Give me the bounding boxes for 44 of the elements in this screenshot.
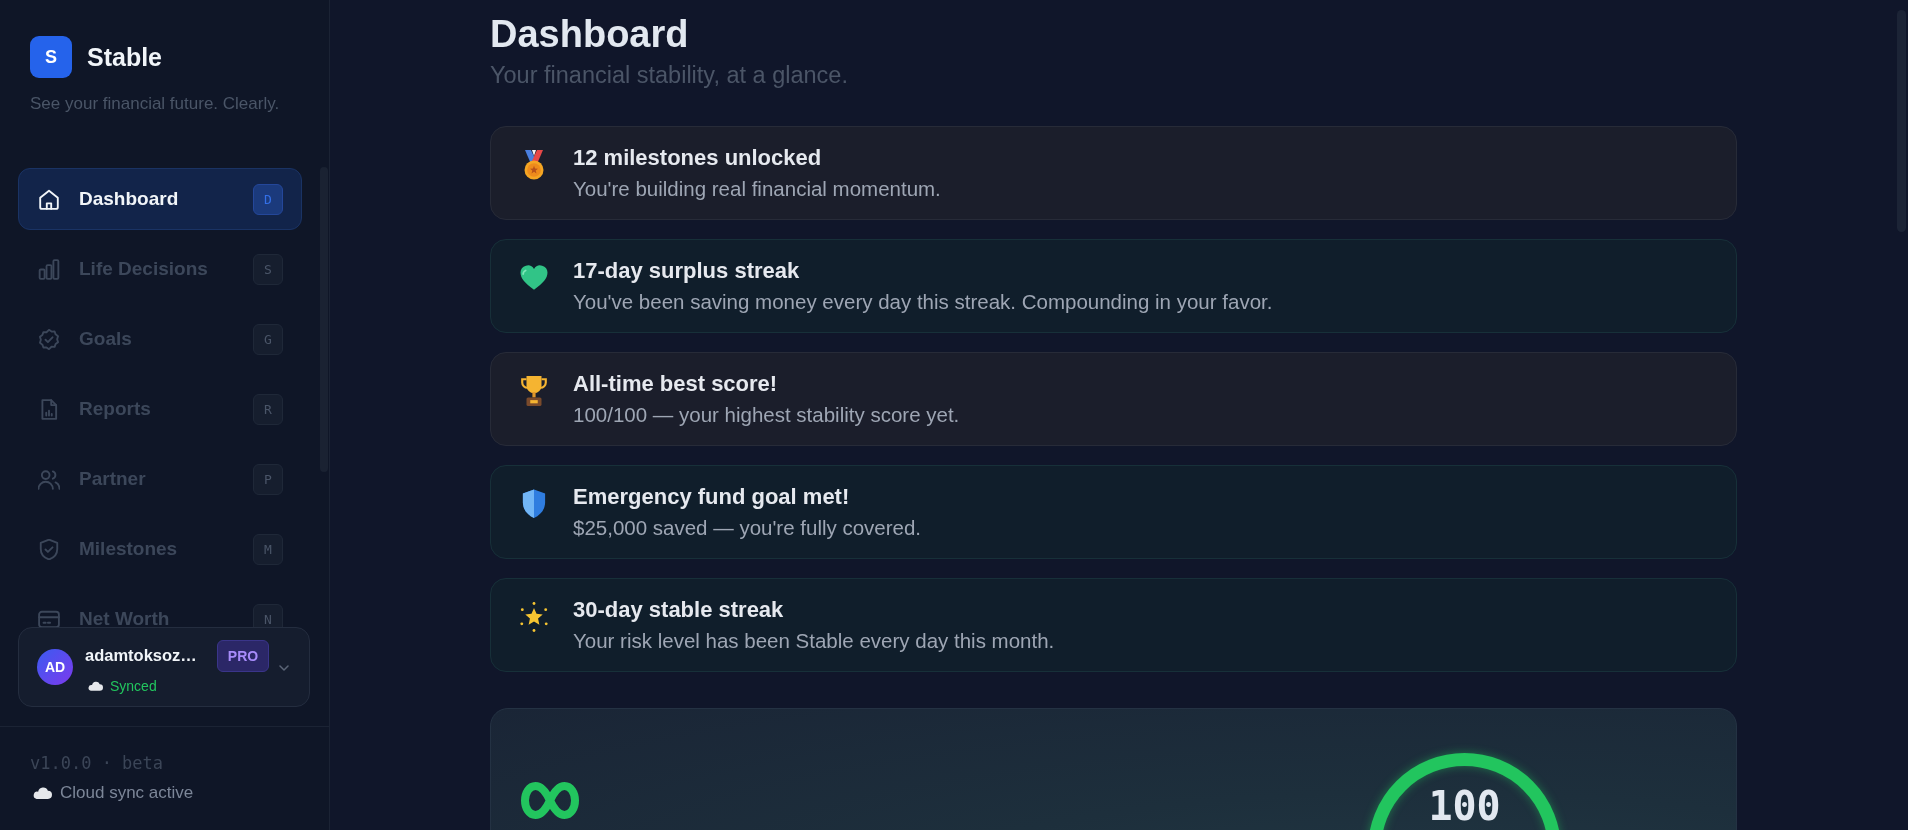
milestone-description: You're building real financial momentum. bbox=[573, 177, 941, 201]
account-card[interactable]: AD adamtoksoz… PRO Synced bbox=[18, 627, 310, 707]
page-subtitle: Your financial stability, at a glance. bbox=[490, 61, 848, 89]
shortcut-key: P bbox=[253, 463, 283, 495]
shortcut-key: N bbox=[253, 603, 283, 627]
shield-icon bbox=[520, 489, 548, 519]
sync-status: Synced bbox=[110, 676, 157, 695]
milestone-description: $25,000 saved — you're fully covered. bbox=[573, 516, 922, 540]
score-value: 100 bbox=[1428, 786, 1501, 826]
card-icon bbox=[38, 608, 60, 627]
shortcut-key: G bbox=[253, 323, 283, 355]
cloud-sync-status: Cloud sync active bbox=[60, 783, 194, 803]
chevron-down-icon bbox=[279, 665, 289, 671]
milestone-description: Your risk level has been Stable every day this month. bbox=[573, 629, 1055, 653]
shortcut-key: S bbox=[253, 253, 283, 285]
cloud-icon bbox=[33, 787, 52, 799]
people-icon bbox=[38, 468, 60, 490]
infinity-icon bbox=[520, 782, 580, 819]
check-badge-icon bbox=[38, 328, 60, 350]
star-icon bbox=[520, 602, 548, 632]
nav-item[interactable]: Dashboard D bbox=[18, 168, 302, 230]
shortcut-key: D bbox=[253, 183, 283, 215]
bar-chart-icon bbox=[38, 258, 60, 280]
avatar: AD bbox=[37, 649, 73, 685]
milestone-title: 17-day surplus streak bbox=[573, 258, 800, 284]
milestone-title: 30-day stable streak bbox=[573, 597, 784, 623]
milestone-title: All-time best score! bbox=[573, 371, 778, 397]
milestone-title: 12 milestones unlocked bbox=[573, 145, 822, 171]
milestone-title: Emergency fund goal met! bbox=[573, 484, 850, 510]
shortcut-key: R bbox=[253, 393, 283, 425]
shield-check-icon bbox=[38, 538, 60, 560]
shortcut-key: M bbox=[253, 533, 283, 565]
milestone-description: 100/100 — your highest stability score yet. bbox=[573, 403, 960, 427]
plan-badge: PRO bbox=[216, 639, 270, 672]
cloud-icon bbox=[88, 680, 103, 691]
app-logo[interactable]: S bbox=[30, 36, 72, 78]
house-icon bbox=[38, 188, 60, 210]
page-title: Dashboard bbox=[490, 12, 689, 57]
user-name: adamtoksoz… bbox=[85, 646, 197, 665]
tagline: See your financial future. Clearly. bbox=[30, 94, 280, 114]
trophy-icon bbox=[520, 376, 548, 406]
report-icon bbox=[38, 398, 60, 420]
app-name: Stable bbox=[87, 42, 163, 72]
milestone-description: You've been saving money every day this streak. Compounding in your favor. bbox=[573, 290, 1273, 314]
